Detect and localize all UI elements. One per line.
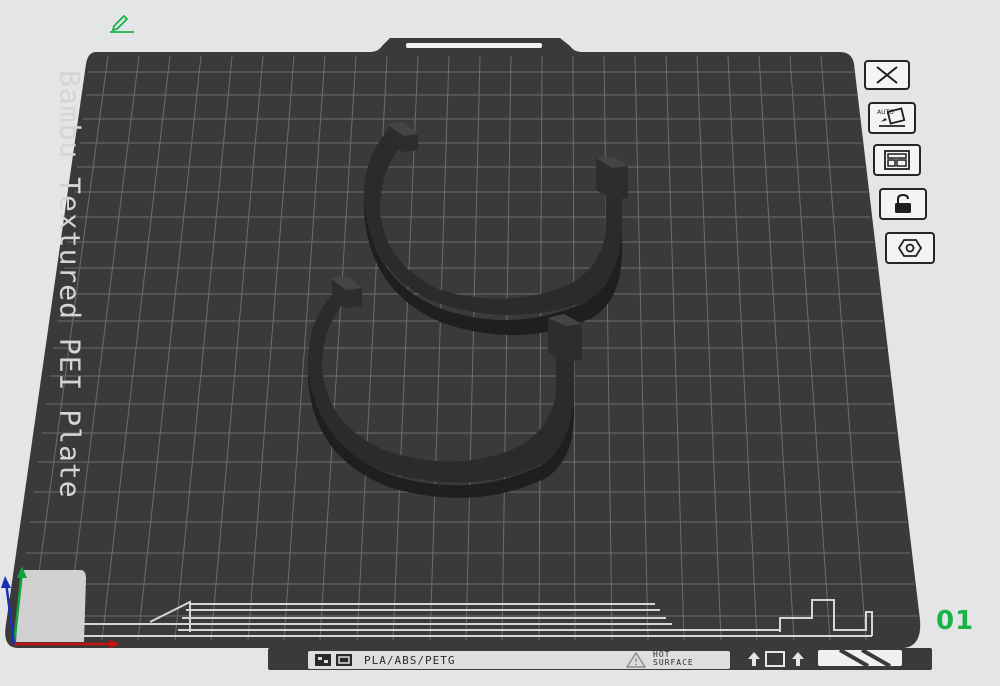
3d-viewport[interactable]: Bambu Textured PEI Plate 01 AUTO PLA/ABS… [0, 0, 1000, 682]
warning-icon [625, 651, 647, 671]
auto-orient-button[interactable]: AUTO [868, 102, 916, 134]
build-plate [1, 38, 932, 670]
plate-number[interactable]: 01 [936, 606, 974, 636]
settings-hex-icon [897, 237, 923, 259]
auto-orient-icon: AUTO [875, 106, 909, 130]
lock-plate-button[interactable] [879, 188, 927, 220]
remove-plate-button[interactable] [864, 60, 910, 90]
arrange-button[interactable] [873, 144, 921, 176]
hot-surface-warning: HOT SURFACE [653, 651, 723, 667]
close-icon [873, 65, 901, 85]
plate-type-icon [314, 653, 354, 667]
filament-type-label: PLA/ABS/PETG [364, 653, 456, 667]
plate-name-label: Bambu Textured PEI Plate [53, 70, 87, 499]
plate-settings-button[interactable] [885, 232, 935, 264]
lock-icon [891, 193, 915, 215]
edit-plate-icon[interactable] [108, 12, 136, 34]
arrange-icon [882, 149, 912, 171]
warning-line-2: SURFACE [653, 658, 694, 667]
plate-bottom-label: PLA/ABS/PETG HOT SURFACE [308, 651, 730, 669]
